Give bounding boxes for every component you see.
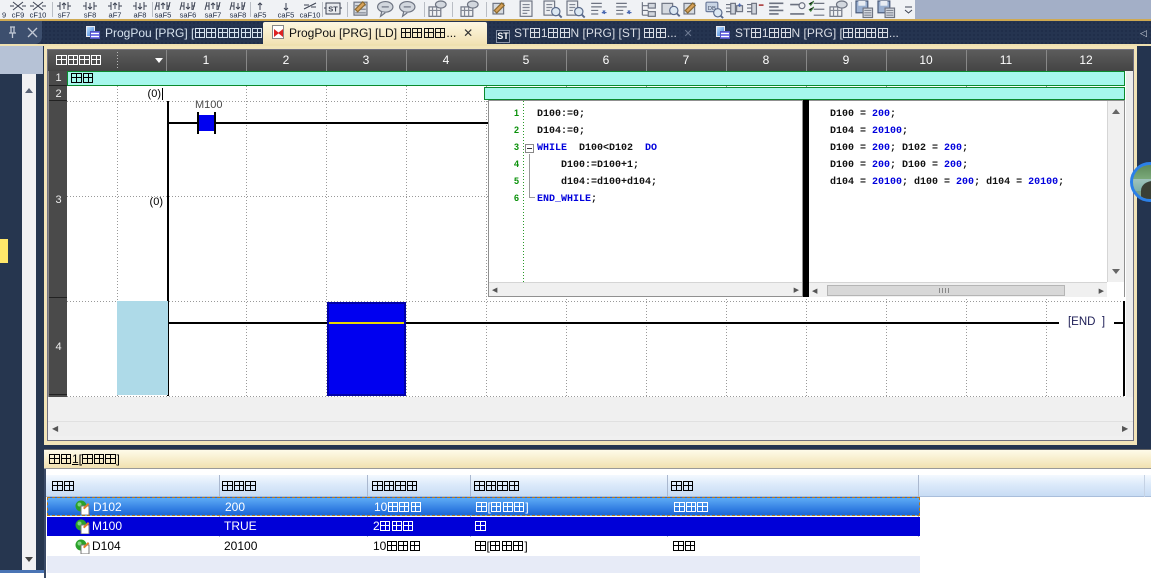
svg-text:9: 9 [2,11,6,20]
svg-text:caF10: caF10 [300,11,321,20]
svg-text:sF7: sF7 [58,11,71,20]
svg-text:saF7: saF7 [205,11,222,20]
svg-text:saF6: saF6 [180,11,197,20]
svg-text:saF5: saF5 [155,11,172,20]
svg-text:aF7: aF7 [109,11,122,20]
svg-text:aF8: aF8 [134,11,147,20]
svg-text:cF10: cF10 [30,11,47,20]
svg-text:saF8: saF8 [230,11,247,20]
svg-text:ST: ST [328,5,338,14]
svg-text:aF5: aF5 [254,11,267,20]
svg-text:sF8: sF8 [84,11,97,20]
svg-text:caF5: caF5 [278,11,295,20]
svg-text:cF9: cF9 [12,11,25,20]
